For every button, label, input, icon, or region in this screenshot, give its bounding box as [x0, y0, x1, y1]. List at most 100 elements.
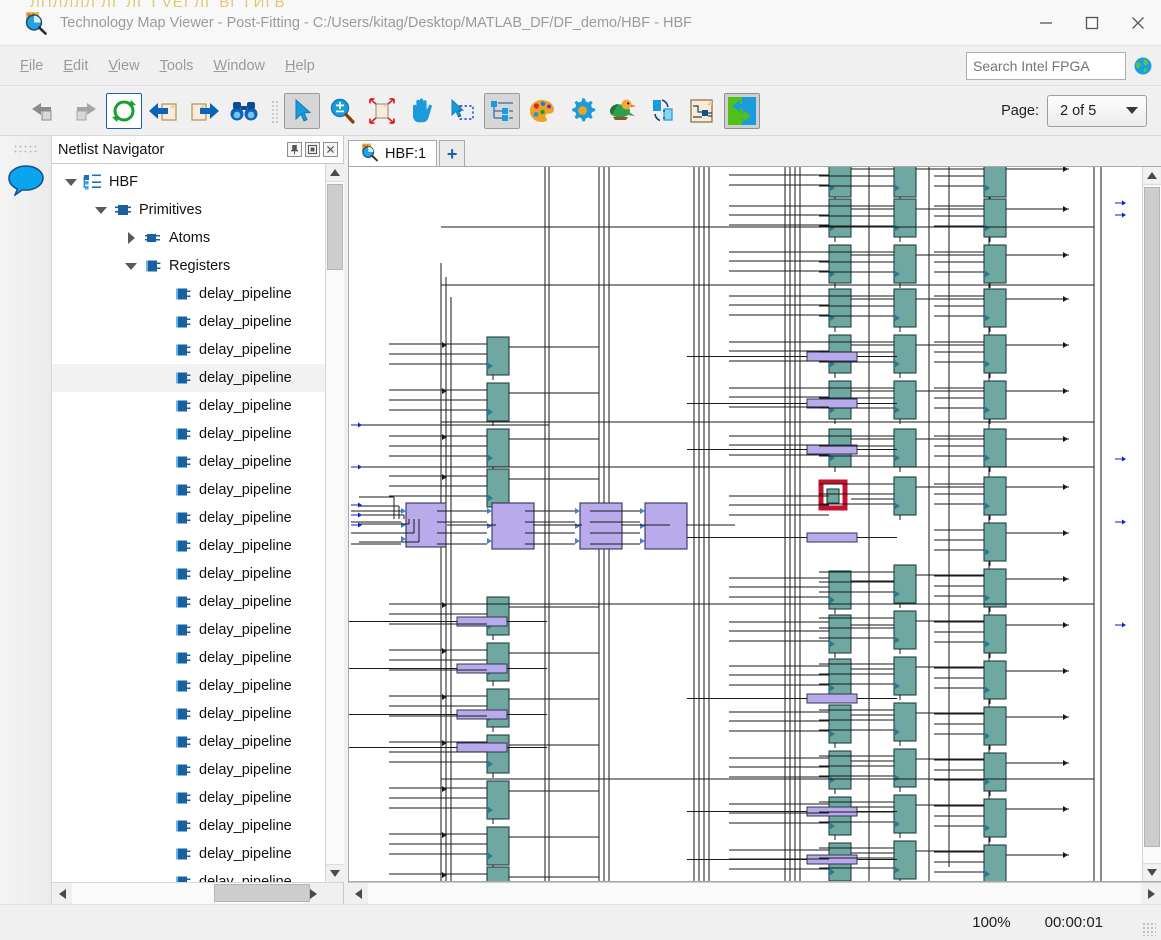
canvas-horizontal-scrollbar[interactable]: [348, 882, 1161, 904]
scroll-up-button[interactable]: [326, 164, 344, 182]
scroll-down-button[interactable]: [326, 864, 344, 882]
tree-node[interactable]: delay_pipeline: [52, 504, 325, 532]
canvas-vertical-scroll-thumb[interactable]: [1144, 187, 1160, 847]
canvas-scroll-down-button[interactable]: [1143, 863, 1161, 881]
tree-node[interactable]: delay_pipeline: [52, 784, 325, 812]
tab-label: HBF:1: [385, 146, 426, 162]
toolbar: Page: 2 of 5: [0, 86, 1161, 136]
previous-page-button[interactable]: [146, 93, 182, 129]
vertical-scroll-thumb[interactable]: [327, 184, 343, 270]
expander-collapse-icon[interactable]: [90, 207, 112, 214]
pin-panel-button[interactable]: [287, 142, 302, 157]
select-tool-button[interactable]: [284, 93, 320, 129]
back-button[interactable]: [26, 93, 62, 129]
resize-grip[interactable]: [1142, 922, 1156, 936]
canvas-scroll-up-button[interactable]: [1143, 167, 1161, 185]
tree-node[interactable]: delay_pipeline: [52, 560, 325, 588]
tree-node[interactable]: delay_pipeline: [52, 308, 325, 336]
tree-node[interactable]: delay_pipeline: [52, 756, 325, 784]
tree-node[interactable]: Atoms: [52, 224, 325, 252]
netlist-horizontal-scrollbar[interactable]: [52, 882, 343, 904]
canvas-horizontal-scroll-track[interactable]: [368, 883, 1141, 904]
tree-node[interactable]: delay_pipeline: [52, 280, 325, 308]
tree-node-label: delay_pipeline: [199, 398, 292, 414]
menu-edit[interactable]: Edit: [53, 54, 98, 78]
gear-icon[interactable]: [564, 93, 600, 129]
expander-collapse-icon[interactable]: [60, 179, 82, 186]
tree-node[interactable]: delay_pipeline: [52, 812, 325, 840]
horizontal-scroll-track[interactable]: [72, 883, 303, 904]
expander-collapse-icon[interactable]: [120, 263, 142, 270]
tree-node[interactable]: delay_pipeline: [52, 532, 325, 560]
tree-node[interactable]: delay_pipeline: [52, 644, 325, 672]
tree-node[interactable]: delay_pipeline: [52, 672, 325, 700]
tree-node[interactable]: HBF: [52, 168, 325, 196]
tree-node[interactable]: delay_pipeline: [52, 476, 325, 504]
expander-expand-icon[interactable]: [120, 232, 142, 244]
technology-map-schematic[interactable]: [349, 167, 1139, 881]
menu-window[interactable]: Window: [203, 54, 275, 78]
fit-in-window-button[interactable]: [364, 93, 400, 129]
registers-icon: [142, 257, 164, 275]
search-input[interactable]: [966, 52, 1126, 80]
messages-bubble-icon[interactable]: [7, 164, 45, 201]
zoom-tool-button[interactable]: [324, 93, 360, 129]
tree-node[interactable]: Registers: [52, 252, 325, 280]
tree-node[interactable]: delay_pipeline: [52, 336, 325, 364]
netlist-navigator-button[interactable]: [484, 93, 520, 129]
horizontal-scroll-thumb[interactable]: [214, 884, 310, 902]
tree-node[interactable]: delay_pipeline: [52, 700, 325, 728]
canvas-scroll-left-button[interactable]: [348, 883, 368, 904]
schematic-canvas[interactable]: [349, 167, 1142, 881]
hand-pan-button[interactable]: [404, 93, 440, 129]
globe-icon[interactable]: [1133, 56, 1153, 76]
register-node-icon: [172, 285, 194, 303]
maximize-button[interactable]: [1069, 0, 1115, 46]
netlist-tree[interactable]: HBF Primitives Atoms Registers delay_pip…: [52, 164, 325, 882]
close-panel-button[interactable]: [323, 142, 338, 157]
scroll-end-button[interactable]: [323, 883, 343, 904]
netlist-navigator-title: Netlist Navigator: [58, 142, 164, 158]
refresh-button[interactable]: [106, 93, 142, 129]
tree-node[interactable]: delay_pipeline: [52, 364, 325, 392]
bird-icon[interactable]: [604, 93, 640, 129]
register-node-icon: [172, 621, 194, 639]
chevron-down-icon: [1126, 107, 1138, 114]
tree-node[interactable]: Primitives: [52, 196, 325, 224]
scroll-left-button[interactable]: [52, 883, 72, 904]
tree-node[interactable]: delay_pipeline: [52, 616, 325, 644]
tree-node[interactable]: delay_pipeline: [52, 588, 325, 616]
tree-node[interactable]: delay_pipeline: [52, 448, 325, 476]
tree-node-label: delay_pipeline: [199, 874, 292, 882]
canvas-vertical-scroll-track[interactable]: [1143, 185, 1161, 863]
menu-tools[interactable]: Tools: [150, 54, 204, 78]
tab-hbf-1[interactable]: HBF:1: [348, 140, 437, 166]
menu-file[interactable]: File: [10, 54, 53, 78]
netlist-vertical-scrollbar[interactable]: [325, 164, 343, 882]
add-tab-button[interactable]: +: [439, 140, 465, 166]
register-node-icon: [172, 481, 194, 499]
canvas-vertical-scrollbar[interactable]: [1142, 167, 1160, 881]
canvas-scroll-right-button[interactable]: [1141, 883, 1161, 904]
rotate-block-icon[interactable]: [644, 93, 680, 129]
tree-node[interactable]: delay_pipeline: [52, 420, 325, 448]
menu-view[interactable]: View: [98, 54, 149, 78]
undock-panel-button[interactable]: [305, 142, 320, 157]
schematic-page-icon[interactable]: [684, 93, 720, 129]
next-page-button[interactable]: [186, 93, 222, 129]
find-button[interactable]: [226, 93, 262, 129]
palette-icon[interactable]: [524, 93, 560, 129]
register-node-icon: [172, 705, 194, 723]
minimize-button[interactable]: [1023, 0, 1069, 46]
tree-node[interactable]: delay_pipeline: [52, 728, 325, 756]
expand-arrows-icon[interactable]: [724, 93, 760, 129]
forward-button[interactable]: [66, 93, 102, 129]
close-button[interactable]: [1115, 0, 1161, 46]
area-select-button[interactable]: [444, 93, 480, 129]
tree-node[interactable]: delay_pipeline: [52, 868, 325, 882]
vertical-scroll-track[interactable]: [326, 182, 344, 864]
tree-node[interactable]: delay_pipeline: [52, 392, 325, 420]
menu-help[interactable]: Help: [275, 54, 325, 78]
page-select[interactable]: 2 of 5: [1047, 95, 1147, 127]
tree-node[interactable]: delay_pipeline: [52, 840, 325, 868]
